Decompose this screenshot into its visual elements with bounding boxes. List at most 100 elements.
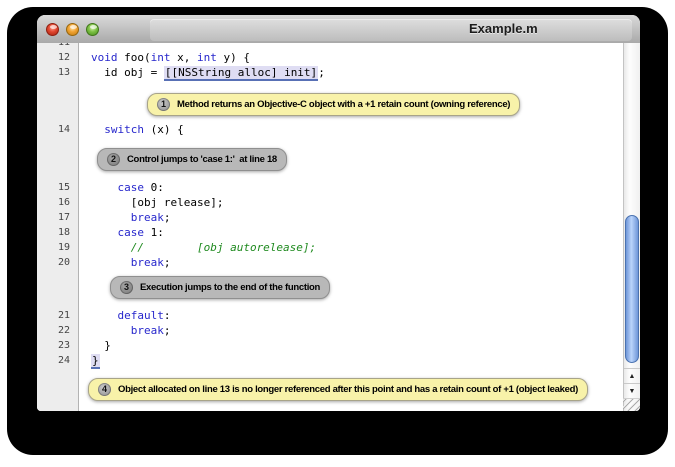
code-segment: void: [91, 51, 118, 64]
line-number: 14: [37, 122, 78, 137]
code-pane: 1112void foo(int x, int y) {13 id obj = …: [37, 43, 623, 411]
code-line: 16 [obj release];: [37, 195, 623, 210]
note-text: Method returns an Objective-C object wit…: [177, 99, 510, 110]
line-number: 20: [37, 255, 78, 270]
code-segment: switch: [104, 123, 144, 136]
code-text: [obj release];: [78, 195, 223, 210]
code-rows: 1112void foo(int x, int y) {13 id obj = …: [37, 43, 623, 401]
code-segment: break: [131, 211, 164, 224]
code-segment: [obj release];: [91, 196, 223, 209]
code-line: 13 id obj = [[NSString alloc] init];: [37, 65, 623, 80]
code-segment: case: [118, 181, 145, 194]
code-text: break;: [78, 323, 171, 338]
code-segment: }: [91, 339, 111, 352]
app-window: Example.m 1112void foo(int x, int y) {13…: [37, 15, 640, 411]
step-number-badge: 1: [157, 98, 170, 111]
code-segment: // [obj autorelease];: [91, 241, 316, 254]
code-text: void foo(int x, int y) {: [78, 50, 250, 65]
code-line: 21 default:: [37, 308, 623, 323]
code-line: 22 break;: [37, 323, 623, 338]
line-number: 21: [37, 308, 78, 323]
code-segment: default: [118, 309, 164, 322]
code-segment: x,: [171, 51, 198, 64]
analyzer-note-3: 3 Execution jumps to the end of the funct…: [110, 276, 330, 299]
scroll-down-icon: ▼: [629, 388, 636, 395]
code-segment: break: [131, 324, 164, 337]
step-number-badge: 3: [120, 281, 133, 294]
step-number-badge: 2: [107, 153, 120, 166]
code-segment: y) {: [217, 51, 250, 64]
vertical-scrollbar[interactable]: ▲ ▼: [623, 43, 640, 411]
line-number: 23: [37, 338, 78, 353]
code-segment: id obj =: [91, 66, 164, 79]
scroll-up-button[interactable]: ▲: [624, 368, 640, 383]
note-text: Control jumps to 'case 1:' at line 18: [127, 154, 277, 165]
analyzer-note-2: 2 Control jumps to 'case 1:' at line 18: [97, 148, 287, 171]
code-segment: [91, 309, 118, 322]
code-segment: ;: [164, 256, 171, 269]
title-bar-inset: [150, 19, 632, 41]
line-number: 22: [37, 323, 78, 338]
code-text: case 0:: [78, 180, 164, 195]
zoom-button[interactable]: [86, 23, 99, 36]
line-number: 17: [37, 210, 78, 225]
code-line: 24}: [37, 353, 623, 368]
line-number: 16: [37, 195, 78, 210]
window-title: Example.m: [469, 21, 538, 36]
code-segment: case: [118, 226, 145, 239]
line-number: 15: [37, 180, 78, 195]
code-segment: int: [197, 51, 217, 64]
code-segment: [91, 256, 131, 269]
code-segment: [91, 123, 104, 136]
scrollbar-thumb[interactable]: [625, 215, 639, 363]
title-bar[interactable]: Example.m: [37, 15, 640, 44]
window-controls: [46, 23, 99, 36]
analysis-highlight: }: [91, 354, 100, 369]
code-text: [78, 43, 91, 50]
step-number-badge: 4: [98, 383, 111, 396]
code-line: 14 switch (x) {: [37, 122, 623, 137]
code-line: 23 }: [37, 338, 623, 353]
code-segment: [91, 226, 118, 239]
code-line: 12void foo(int x, int y) {: [37, 50, 623, 65]
code-line: 11: [37, 43, 623, 50]
line-number: 19: [37, 240, 78, 255]
note-text: Object allocated on line 13 is no longer…: [118, 384, 578, 395]
resize-grip-icon[interactable]: [623, 398, 640, 411]
minimize-button[interactable]: [66, 23, 79, 36]
line-number: 18: [37, 225, 78, 240]
line-number: 12: [37, 50, 78, 65]
code-segment: :: [164, 309, 171, 322]
code-segment: ;: [164, 324, 171, 337]
code-segment: break: [131, 256, 164, 269]
code-segment: [91, 211, 131, 224]
analyzer-note-1: 1 Method returns an Objective-C object wi…: [147, 93, 520, 116]
code-segment: 0:: [144, 181, 164, 194]
code-segment: ;: [164, 211, 171, 224]
code-segment: [91, 181, 118, 194]
code-text: }: [78, 338, 111, 353]
code-segment: (x) {: [144, 123, 184, 136]
code-text: }: [78, 353, 100, 368]
line-number: 11: [37, 43, 78, 50]
code-text: case 1:: [78, 225, 164, 240]
analyzer-note-4: 4 Object allocated on line 13 is no longe…: [88, 378, 588, 401]
code-segment: ;: [318, 66, 325, 79]
line-number: 24: [37, 353, 78, 368]
code-segment: 1:: [144, 226, 164, 239]
code-text: default:: [78, 308, 170, 323]
close-button[interactable]: [46, 23, 59, 36]
code-text: break;: [78, 255, 171, 270]
analysis-highlight: [[NSString alloc] init]: [164, 66, 318, 81]
code-text: switch (x) {: [78, 122, 184, 137]
code-line: 20 break;: [37, 255, 623, 270]
scroll-up-icon: ▲: [629, 373, 636, 380]
code-text: id obj = [[NSString alloc] init];: [78, 65, 325, 80]
code-text: break;: [78, 210, 171, 225]
code-line: 17 break;: [37, 210, 623, 225]
scroll-down-button[interactable]: ▼: [624, 383, 640, 398]
code-line: 18 case 1:: [37, 225, 623, 240]
code-line: 19 // [obj autorelease];: [37, 240, 623, 255]
note-text: Execution jumps to the end of the functi…: [140, 282, 320, 293]
code-segment: [91, 324, 131, 337]
